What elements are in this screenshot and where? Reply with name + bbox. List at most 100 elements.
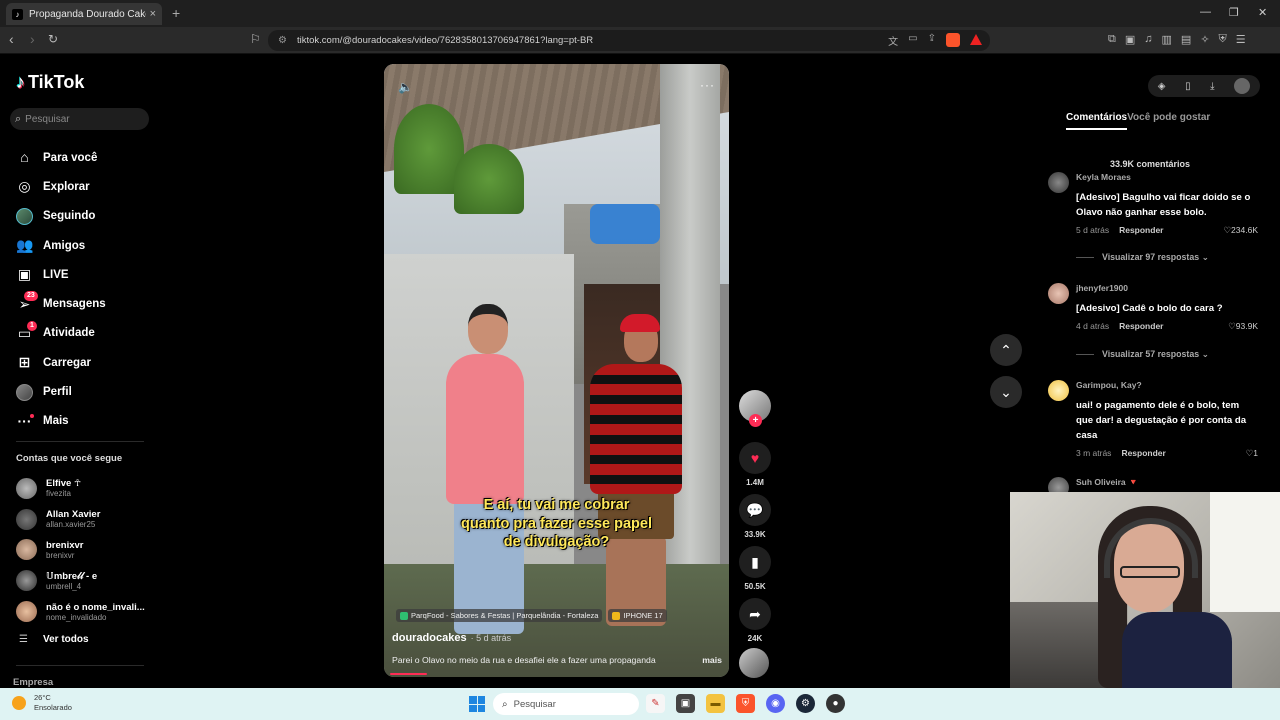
close-window-icon[interactable]: ✕ (1258, 6, 1267, 19)
taskbar-search-input[interactable]: ⌕ Pesquisar (493, 693, 639, 715)
friends-icon: 👥 (16, 237, 34, 254)
comment-user[interactable]: Keyla Moraes (1076, 172, 1131, 182)
video-author[interactable]: douradocakes · 5 d atrás (392, 632, 511, 644)
obs-icon[interactable]: ● (826, 694, 845, 713)
address-bar[interactable]: ⚙ tiktok.com/@douradocakes/video/7628358… (268, 30, 990, 51)
sidebar-item-live[interactable]: ▣ LIVE (16, 260, 106, 289)
share-button[interactable]: ➦ 24K (739, 598, 771, 643)
comment-meta: 3 m atrás Responder ♡1 (1076, 448, 1258, 459)
weather-widget[interactable]: 26°C Ensolarado (12, 693, 72, 713)
more-button[interactable]: mais (702, 655, 722, 665)
back-icon[interactable]: ‹ (9, 31, 14, 47)
discord-icon[interactable]: ◉ (766, 694, 785, 713)
wallet-icon[interactable]: ▤ (1181, 33, 1191, 46)
following-account[interactable]: brenixvr brenixvr (16, 535, 145, 566)
activity-badge: 1 (27, 320, 37, 331)
video-time: · 5 d atrás (470, 633, 512, 643)
site-info-icon[interactable]: ⚙ (278, 35, 287, 46)
sidebar-item-explorar[interactable]: ◎ Explorar (16, 172, 106, 201)
sidebar-item-atividade[interactable]: ▭ 1 Atividade (16, 319, 106, 348)
tab-voce-pode-gostar[interactable]: Você pode gostar (1127, 112, 1210, 130)
comments-count: 33.9K comentários (1110, 159, 1191, 169)
leo-ai-icon[interactable]: ✧ (1200, 33, 1209, 46)
avatar[interactable] (1048, 283, 1069, 304)
see-all-button[interactable]: ☰ Ver todos (19, 634, 89, 645)
volume-icon[interactable]: 🔈 (398, 80, 413, 94)
extensions-icon[interactable]: ⧉ (1108, 33, 1116, 46)
following-account[interactable]: não é o nome_invali... nome_invalidado (16, 596, 145, 627)
sound-disc[interactable] (739, 648, 771, 678)
avatar (16, 508, 37, 530)
bookmark-icon[interactable]: ⚐ (250, 32, 261, 46)
reply-button[interactable]: Responder (1121, 448, 1165, 459)
view-replies-button[interactable]: Visualizar 57 respostas ⌄ (1076, 349, 1209, 360)
brave-shield-icon[interactable] (946, 33, 960, 47)
following-account[interactable]: Elfive ☥ fivezita (16, 473, 145, 504)
download-icon[interactable]: ⤓ (1210, 81, 1214, 92)
vpn-icon[interactable]: ⛨ (1219, 33, 1227, 46)
share-icon[interactable]: ⇪ (928, 33, 936, 48)
sidebar-item-carregar[interactable]: ⊞ Carregar (16, 348, 106, 377)
search-input[interactable]: ⌕ Pesquisar (10, 108, 149, 130)
forward-icon[interactable]: › (30, 31, 35, 47)
sidebar-item-perfil[interactable]: Perfil (16, 377, 106, 406)
translate-icon[interactable]: 文 (888, 33, 898, 48)
logo-text: TikTok (28, 72, 85, 92)
previous-video-button[interactable]: ⌃ (990, 334, 1022, 366)
comment-user[interactable]: jhenyfer1900 (1076, 283, 1128, 293)
video-player[interactable]: 🔈 ··· E aí, tu vai me cobrar quanto pra … (384, 64, 729, 677)
steam-icon[interactable]: ⚙ (796, 694, 815, 713)
comment-user[interactable]: Suh Oliveira 🔻 (1076, 477, 1139, 488)
new-tab-button[interactable]: + (172, 5, 180, 21)
comment-user[interactable]: Garimpou, Kay? (1076, 380, 1142, 390)
tiktok-logo[interactable]: ♪ TikTok (16, 72, 84, 93)
device-icon[interactable]: ▯ (1185, 81, 1191, 92)
comment-like-button[interactable]: ♡234.6K (1223, 225, 1258, 236)
music-icon[interactable]: ♫ (1144, 33, 1152, 46)
following-account[interactable]: Allan Xavier allan.xavier25 (16, 504, 145, 535)
sidebar-item-amigos[interactable]: 👥 Amigos (16, 231, 106, 260)
comment-button[interactable]: 💬 33.9K (739, 494, 771, 539)
device-chip[interactable]: IPHONE 17 (608, 609, 667, 622)
save-button[interactable]: ▮ 50.5K (739, 546, 771, 591)
windows-start-icon[interactable] (469, 696, 485, 712)
browser-tab[interactable]: ♪ Propaganda Dourado Cakes × (6, 3, 162, 25)
brave-browser-icon[interactable]: ⛨ (736, 694, 755, 713)
explore-icon[interactable]: ◈ (1158, 81, 1166, 92)
menu-icon[interactable]: ☰ (1236, 33, 1246, 46)
avatar[interactable] (1048, 172, 1069, 193)
sidebar-icon[interactable]: ▥ (1162, 33, 1172, 46)
author-name[interactable]: douradocakes (392, 632, 467, 644)
comment-like-button[interactable]: ♡93.9K (1228, 321, 1258, 332)
location-chip[interactable]: ParqFood - Sabores & Festas | Parquelând… (396, 609, 603, 622)
minimize-icon[interactable]: — (1200, 6, 1211, 18)
reply-button[interactable]: Responder (1119, 321, 1163, 332)
pip-icon[interactable]: ▭ (908, 33, 917, 48)
task-view-icon[interactable]: ▣ (676, 694, 695, 713)
screenshot-icon[interactable]: ▣ (1125, 33, 1135, 46)
weather-temp: 26°C (34, 693, 51, 702)
maximize-icon[interactable]: ❐ (1229, 6, 1239, 19)
avatar[interactable] (1234, 78, 1251, 94)
avatar[interactable] (1048, 380, 1069, 401)
view-replies-button[interactable]: Visualizar 97 respostas ⌄ (1076, 252, 1209, 263)
like-button[interactable]: ♥ 1.4M (739, 442, 771, 487)
video-progress-bar[interactable] (390, 673, 427, 675)
following-account[interactable]: 𝕌mbre𝓁𝓁 - e umbrell_4 (16, 565, 145, 596)
footer-link-empresa[interactable]: Empresa (13, 677, 53, 688)
next-video-button[interactable]: ⌄ (990, 376, 1022, 408)
sidebar-item-para-voce[interactable]: ⌂ Para você (16, 143, 106, 172)
brave-rewards-icon[interactable] (970, 34, 982, 45)
file-explorer-icon[interactable]: ▬ (706, 694, 725, 713)
comment-like-button[interactable]: ♡1 (1246, 448, 1258, 459)
sidebar-item-mais[interactable]: ··· Mais (16, 407, 106, 436)
sidebar-item-seguindo[interactable]: Seguindo (16, 202, 106, 231)
sidebar-item-mensagens[interactable]: ➢ 23 Mensagens (16, 289, 106, 318)
tab-comentarios[interactable]: Comentários (1066, 112, 1128, 130)
reply-button[interactable]: Responder (1119, 225, 1163, 236)
search-highlight-icon[interactable]: ✎ (646, 694, 665, 713)
video-more-options-icon[interactable]: ··· (700, 78, 715, 92)
follow-plus-icon[interactable]: + (749, 414, 762, 427)
tab-close-icon[interactable]: × (150, 8, 156, 20)
reload-icon[interactable]: ↻ (48, 32, 58, 46)
